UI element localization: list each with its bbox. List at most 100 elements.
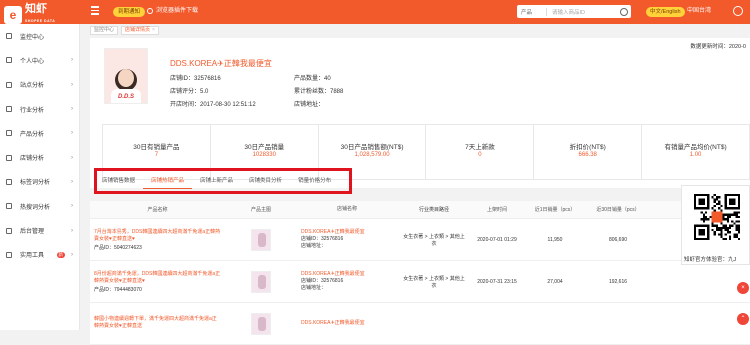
column-header[interactable]: 产品主图 xyxy=(225,206,297,213)
product-thumbnail[interactable] xyxy=(251,312,271,335)
product-title-link[interactable]: 7月台灣本島秀，DDS韓國連續四大超商滿千免運a正韓熱賣女裝♥正韓直送♥ xyxy=(94,229,221,243)
shop-name-link[interactable]: DDS.KOREA✈正韓我最便宜 xyxy=(301,271,393,278)
sidebar-item-label: 标签词分析 xyxy=(20,180,51,187)
product-thumbnail[interactable] xyxy=(251,228,271,251)
sidebar-item-label: 实用工具 xyxy=(20,253,45,260)
sidebar-item[interactable]: 个人中心 › xyxy=(0,48,79,72)
chevron-right-icon: › xyxy=(71,251,73,258)
sidebar-item[interactable]: 店铺分析 › xyxy=(0,145,79,169)
qr-code xyxy=(694,194,740,240)
sidebar-item-label: 个人中心 xyxy=(20,58,45,65)
sidebar-item[interactable]: 标签词分析 › xyxy=(0,170,79,194)
stat-label: 7天上新款 xyxy=(465,144,495,151)
menu-item-icon xyxy=(6,251,12,258)
store-id: 店铺ID：32576816 xyxy=(170,76,221,82)
sidebar-item[interactable]: 行业分析 › xyxy=(0,97,79,121)
site-select[interactable]: 中国台湾 xyxy=(687,7,711,16)
stat-cell: 有销量产品均价(NT$) 1.00 xyxy=(642,125,749,179)
sidebar-item[interactable]: 监控中心 xyxy=(0,24,79,48)
close-float-icon[interactable]: × xyxy=(737,282,749,294)
sidebar-item[interactable]: 产品分析 › xyxy=(0,121,79,145)
breadcrumb-current[interactable]: 店铺详情页 × xyxy=(121,25,159,35)
sidebar-item[interactable]: 站点分析 › xyxy=(0,73,79,97)
chevron-right-icon: › xyxy=(71,227,73,234)
shop-address: 店铺地址： xyxy=(294,102,325,108)
product-thumbnail[interactable] xyxy=(251,270,271,293)
qr-code-card: 知虾官方体验官：九J xyxy=(681,185,750,265)
breadcrumb: 监控中心 店铺详情页 × xyxy=(90,25,162,35)
stat-label: 30日产品销量 xyxy=(244,144,285,151)
shop-name-link[interactable]: DDS.KOREA✈正韓我最便宜 xyxy=(301,320,393,327)
chevron-right-icon: › xyxy=(71,178,73,185)
search-icon[interactable] xyxy=(620,7,628,16)
menu-toggle-icon[interactable] xyxy=(91,6,99,16)
sidebar-item[interactable]: 热搜词分析 › xyxy=(0,194,79,218)
stat-value: 666.38 xyxy=(578,152,597,158)
sales-30d: 192,616 xyxy=(608,278,628,285)
shop-name-link[interactable]: DDS.KOREA✈正韓我最便宜 xyxy=(301,229,393,236)
scroll-top-icon[interactable]: ⌃ xyxy=(737,313,749,325)
sidebar-item-label: 热搜词分析 xyxy=(20,204,51,211)
breadcrumb-home[interactable]: 监控中心 xyxy=(90,25,119,35)
column-header[interactable]: 近1日销量（pcs） xyxy=(523,206,587,213)
product-title-link[interactable]: 8月份超商滿千免運，DDS韓國連續四大超商滿千免運a正韓熱賣女裝♥正韓直送♥ xyxy=(94,271,221,285)
sidebar-item-label: 监控中心 xyxy=(20,34,45,41)
stat-cell: 7天上新款 0 xyxy=(426,125,535,179)
products-table: 产品名称 产品主图 店铺名称 行业类目路径 上架时间 近1日销量（pcs） 近30日销量（p… xyxy=(90,201,750,345)
product-id: 产品ID：5040274623 xyxy=(94,244,142,251)
category-path: 女生衣著 > 上衣類 > 其他上衣 xyxy=(403,233,465,247)
logo-title: 知虾 xyxy=(25,3,47,15)
update-time: 数据更新时间：2020-0 xyxy=(690,44,746,50)
shop-info-card: 数据更新时间：2020-0 D.D.S DDS.KOREA✈正韓我最便宜 店铺I… xyxy=(90,38,750,188)
chevron-right-icon: › xyxy=(71,81,73,88)
stat-value: 1.00 xyxy=(689,152,702,158)
logo-icon: e xyxy=(4,6,22,24)
listed-time: 2020-07-31 23:15 xyxy=(477,278,517,285)
menu-item-icon xyxy=(6,203,12,210)
menu-item-icon xyxy=(6,178,12,185)
chevron-right-icon: › xyxy=(71,57,73,64)
stat-label: 折扣价(NT$) xyxy=(569,144,606,151)
sidebar-item[interactable]: 实用工具 新 › xyxy=(0,243,79,267)
download-icon xyxy=(147,8,153,14)
product-title-link[interactable]: 韓國小物連續週轉下單，滿千免運四大超商滿千免運a正韓熱賣女裝♥正韓直送 xyxy=(94,316,221,330)
chevron-right-icon: › xyxy=(71,203,73,210)
search-bar: 产品 请输入商品ID xyxy=(517,5,631,18)
column-header[interactable]: 店铺名称 xyxy=(297,206,397,213)
sidebar-item-label: 产品分析 xyxy=(20,131,45,138)
search-input[interactable]: 请输入商品ID xyxy=(547,8,620,16)
user-icon[interactable] xyxy=(733,6,743,16)
column-header[interactable]: 上架时间 xyxy=(471,206,523,213)
search-type-select[interactable]: 产品 xyxy=(517,7,547,16)
qr-caption: 知虾官方体验官：九J xyxy=(684,257,737,263)
follower-count: 累计粉丝数：7888 xyxy=(294,89,344,95)
column-header[interactable]: 近30日销量（pcs） xyxy=(587,206,649,213)
new-badge: 新 xyxy=(56,251,65,258)
shop-address: 店铺地址： xyxy=(301,243,327,249)
main-content: 监控中心 店铺详情页 × 数据更新时间：2020-0 D.D.S DDS.KORE… xyxy=(86,24,750,345)
shop-address: 店铺地址： xyxy=(301,285,327,291)
menu-item-icon xyxy=(6,81,12,88)
plugin-download-link[interactable]: 浏览器插件下载 xyxy=(147,6,198,16)
top-bar: e 知虾 SHOPEE DATA 到期通知 浏览器插件下载 产品 请输入商品ID… xyxy=(0,0,750,24)
stat-label: 30日产品销售额(NT$) xyxy=(340,144,404,151)
sidebar-item-label: 后台管理 xyxy=(20,229,45,236)
shop-title[interactable]: DDS.KOREA✈正韓我最便宜 xyxy=(170,58,272,69)
close-icon[interactable]: × xyxy=(152,27,155,33)
menu-item-icon xyxy=(6,154,12,161)
column-header[interactable]: 行业类目路径 xyxy=(397,206,471,213)
menu-item-icon xyxy=(6,106,12,113)
sidebar-item[interactable]: 后台管理 › xyxy=(0,218,79,242)
table-row[interactable]: 8月份超商滿千免運，DDS韓國連續四大超商滿千免運a正韓熱賣女裝♥正韓直送♥ 产… xyxy=(90,261,750,303)
table-row[interactable]: 韓國小物連續週轉下單，滿千免運四大超商滿千免運a正韓熱賣女裝♥正韓直送 DDS.… xyxy=(90,303,750,345)
stat-value: 0 xyxy=(478,152,482,158)
stat-cell: 折扣价(NT$) 666.38 xyxy=(534,125,643,179)
column-header[interactable]: 产品名称 xyxy=(90,206,225,213)
language-toggle-button[interactable]: 中文/English xyxy=(646,7,685,17)
table-header: 产品名称 产品主图 店铺名称 行业类目路径 上架时间 近1日销量（pcs） 近30日销量（p… xyxy=(90,201,750,219)
chevron-right-icon: › xyxy=(71,130,73,137)
expiry-notice-button[interactable]: 到期通知 xyxy=(113,7,146,17)
sidebar-item-label: 站点分析 xyxy=(20,83,45,90)
sales-1d: 27,004 xyxy=(547,278,563,285)
table-row[interactable]: 7月台灣本島秀，DDS韓國連續四大超商滿千免運a正韓熱賣女裝♥正韓直送♥ 产品I… xyxy=(90,219,750,261)
